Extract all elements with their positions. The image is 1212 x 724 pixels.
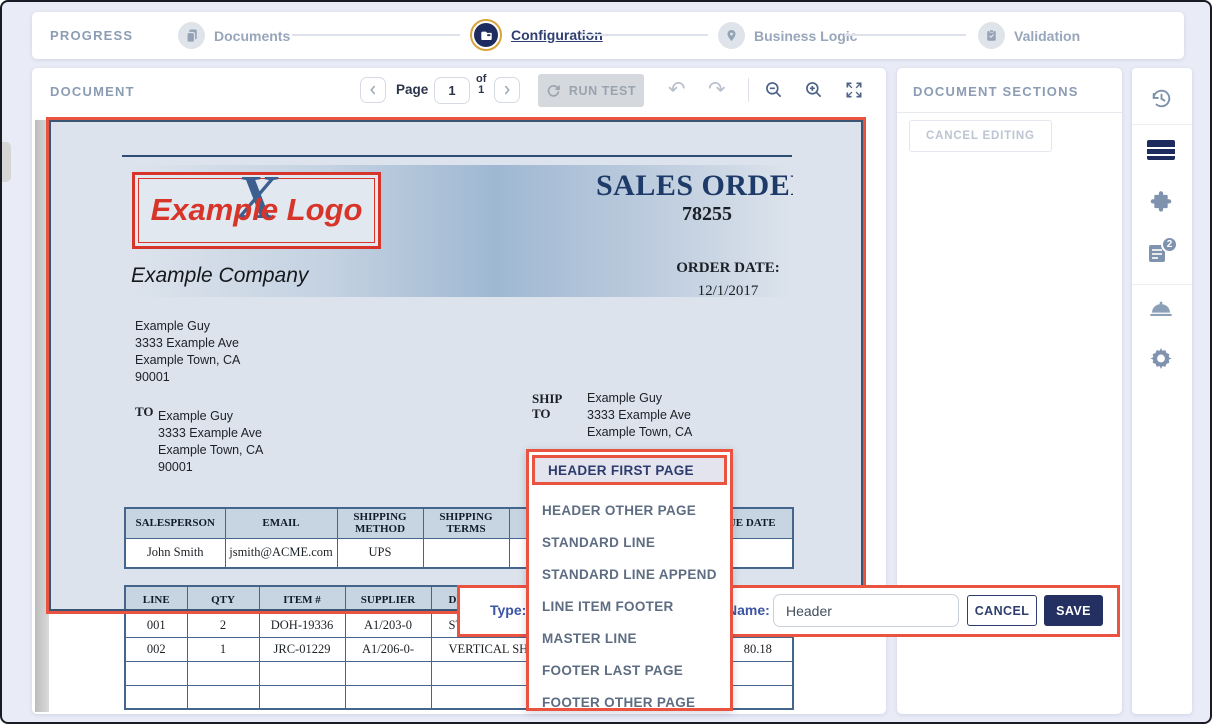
plugins-icon[interactable] <box>1132 190 1190 216</box>
progress-step-validation[interactable]: Validation <box>978 22 1080 49</box>
dropdown-item[interactable]: HEADER OTHER PAGE <box>529 494 730 526</box>
document-page-header-area[interactable] <box>51 122 865 612</box>
page-shadow <box>35 120 49 712</box>
name-label: Name: <box>727 602 770 618</box>
rail-divider <box>1132 284 1192 285</box>
cancel-editing-button[interactable]: CANCEL EDITING <box>909 120 1052 152</box>
dropdown-item[interactable]: STANDARD LINE <box>529 526 730 558</box>
type-label: Type: <box>490 602 526 618</box>
redo-icon[interactable]: ↷ <box>708 79 726 100</box>
page-of-label: of 1 <box>476 74 486 96</box>
rail-divider <box>1132 124 1192 125</box>
dropdown-item[interactable]: FOOTER OTHER PAGE <box>529 686 730 718</box>
notes-icon[interactable]: 2 <box>1132 238 1190 266</box>
progress-connector <box>844 34 966 36</box>
progress-step-label: Documents <box>214 28 290 44</box>
dropdown-item[interactable]: FOOTER LAST PAGE <box>529 654 730 686</box>
left-panel-handle[interactable] <box>2 142 11 182</box>
toolbar-divider <box>748 78 749 102</box>
progress-step-business-logic[interactable]: Business Logic <box>718 22 857 49</box>
settings-gear-icon[interactable] <box>1132 346 1190 372</box>
refresh-icon <box>546 83 561 98</box>
next-page-button[interactable] <box>494 77 520 103</box>
business-logic-icon <box>718 22 745 49</box>
progress-step-documents[interactable]: Documents <box>178 22 290 49</box>
history-icon[interactable] <box>1132 86 1190 111</box>
save-button[interactable]: SAVE <box>1044 595 1103 626</box>
section-name-input[interactable] <box>773 594 959 627</box>
progress-connector <box>292 34 460 36</box>
chevron-left-icon <box>367 84 379 96</box>
validation-icon <box>978 22 1005 49</box>
undo-icon[interactable]: ↶ <box>668 79 686 100</box>
page-number-input[interactable] <box>434 77 470 104</box>
progress-connector <box>580 34 708 36</box>
run-test-button[interactable]: RUN TEST <box>538 74 644 107</box>
dropdown-item-selected[interactable]: HEADER FIRST PAGE <box>532 455 727 485</box>
progress-step-label: Validation <box>1014 28 1080 44</box>
progress-step-label: Business Logic <box>754 28 857 44</box>
panel-divider <box>897 112 1122 113</box>
sections-panel-title: DOCUMENT SECTIONS <box>913 84 1079 99</box>
dropdown-item[interactable]: MASTER LINE <box>529 622 730 654</box>
app-window: PROGRESS Documents Configuration Busines… <box>0 0 1212 724</box>
document-panel-title: DOCUMENT <box>50 84 135 99</box>
icon-rail: 2 <box>1132 68 1192 714</box>
progress-label: PROGRESS <box>50 28 133 43</box>
document-sections-rail-icon[interactable] <box>1132 140 1190 160</box>
dropdown-item[interactable]: LINE ITEM FOOTER <box>529 590 730 622</box>
zoom-out-icon[interactable] <box>764 80 784 105</box>
serve-icon[interactable] <box>1132 296 1190 322</box>
fullscreen-icon[interactable] <box>844 80 864 105</box>
page-label: Page <box>396 82 428 97</box>
total-pages: 1 <box>476 85 486 96</box>
progress-bar: PROGRESS Documents Configuration Busines… <box>32 12 1184 59</box>
cancel-button[interactable]: CANCEL <box>967 595 1037 626</box>
documents-icon <box>178 22 205 49</box>
notification-badge: 2 <box>1161 236 1178 253</box>
dropdown-item[interactable]: STANDARD LINE APPEND <box>529 558 730 590</box>
configuration-icon <box>470 19 502 51</box>
prev-page-button[interactable] <box>360 77 386 103</box>
section-type-dropdown: HEADER FIRST PAGE HEADER OTHER PAGE STAN… <box>526 449 733 711</box>
chevron-right-icon <box>501 84 513 96</box>
zoom-in-icon[interactable] <box>804 80 824 105</box>
